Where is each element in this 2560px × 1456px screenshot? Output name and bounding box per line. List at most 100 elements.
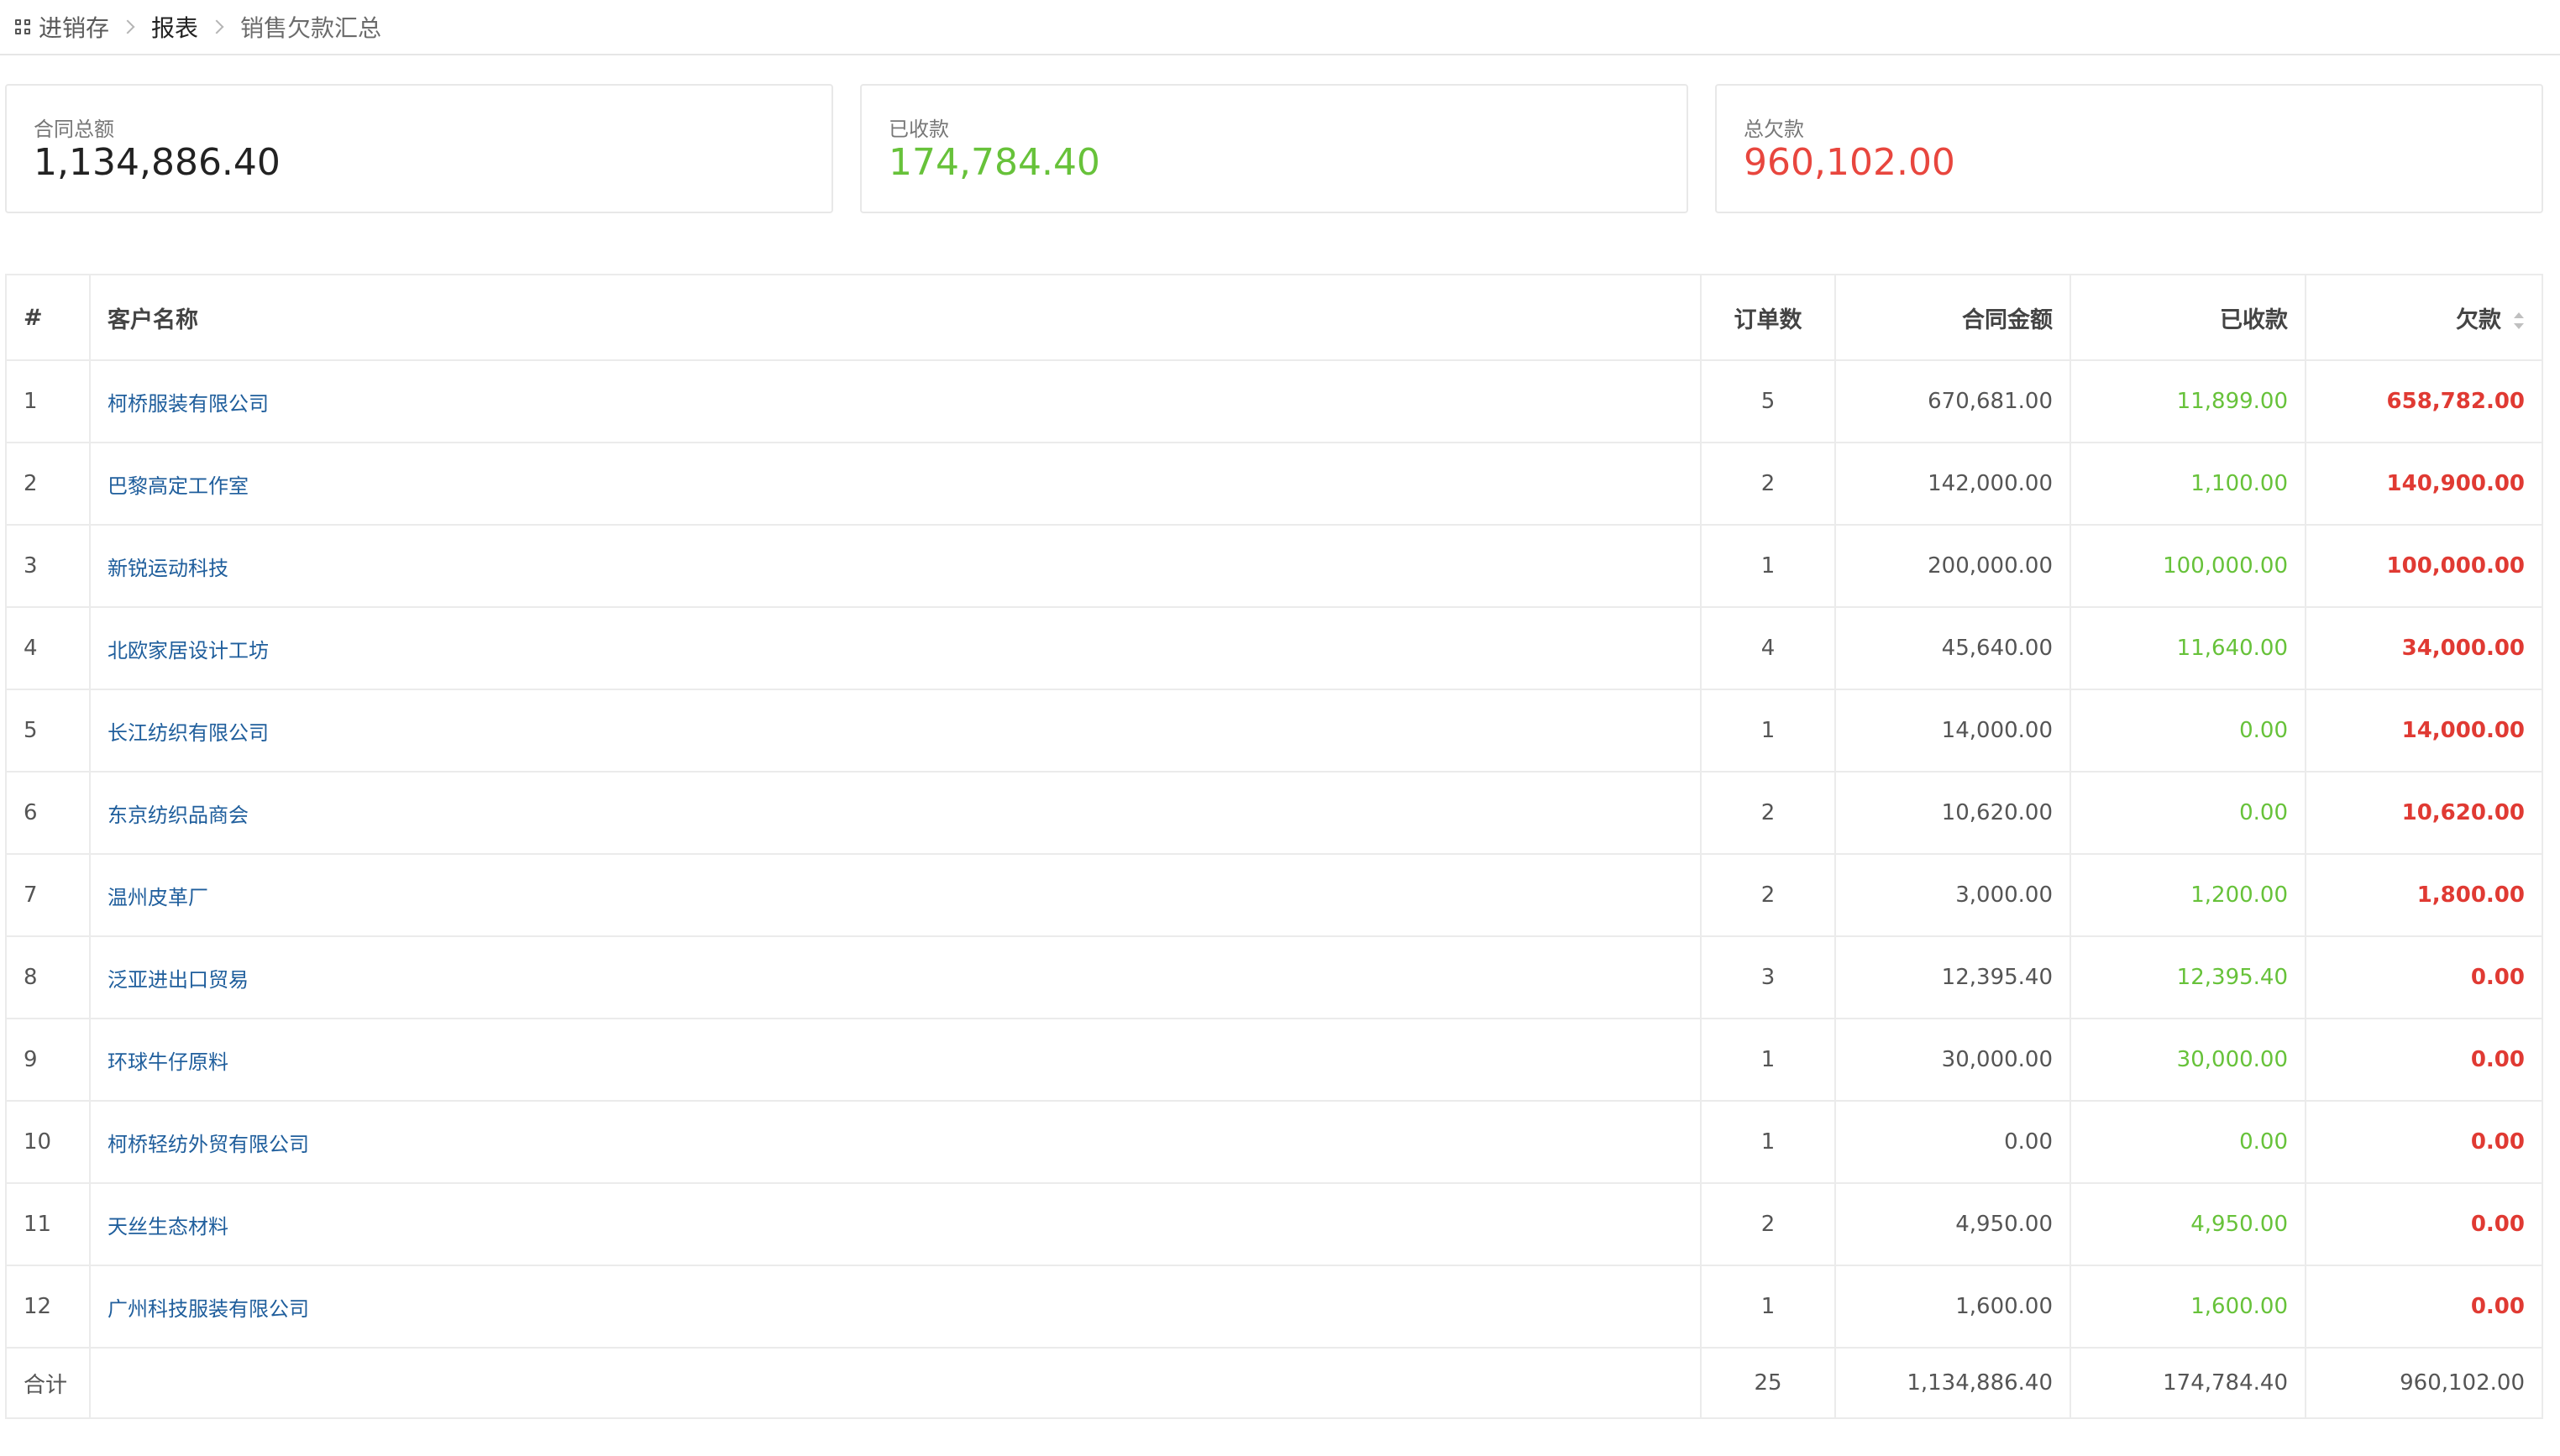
cell-customer: 泛亚进出口贸易: [89, 935, 1702, 1019]
cell-received: 0.00: [2070, 689, 2306, 773]
debt-table: # 客户名称 订单数 合同金额 已收款 欠款 1 柯桥服装有限公司 5 670,681…: [5, 274, 2543, 1419]
cell-contract-amount: 3,000.00: [1834, 853, 2071, 937]
cell-index: 4: [5, 606, 91, 690]
customer-link[interactable]: 泛亚进出口贸易: [108, 968, 249, 992]
header-orders: 订单数: [1700, 274, 1836, 361]
cell-received: 30,000.00: [2070, 1018, 2306, 1102]
cell-orders: 2: [1700, 771, 1836, 855]
customer-link[interactable]: 温州皮革厂: [108, 886, 208, 909]
table-row: 7 温州皮革厂 2 3,000.00 1,200.00 1,800.00: [5, 853, 2543, 937]
cell-index: 7: [5, 853, 91, 937]
cell-index: 11: [5, 1182, 91, 1266]
cell-orders: 1: [1700, 1100, 1836, 1184]
cell-contract-amount: 1,600.00: [1834, 1265, 2071, 1349]
cell-contract-amount: 45,640.00: [1834, 606, 2071, 690]
cell-debt: 0.00: [2305, 1182, 2543, 1266]
contract-total-card: 合同总额 1,134,886.40: [5, 84, 833, 213]
cell-orders: 1: [1700, 1265, 1836, 1349]
card-value: 1,134,886.40: [34, 141, 281, 184]
cell-received: 4,950.00: [2070, 1182, 2306, 1266]
cell-index: 9: [5, 1018, 91, 1102]
cell-orders: 1: [1700, 689, 1836, 773]
table-row: 9 环球牛仔原料 1 30,000.00 30,000.00 0.00: [5, 1018, 2543, 1102]
total-debt-card: 总欠款 960,102.00: [1715, 84, 2543, 213]
footer-empty-cell: [89, 1347, 1702, 1419]
sort-icon[interactable]: [2513, 312, 2525, 330]
breadcrumb-label: 销售欠款汇总: [240, 14, 382, 42]
table-header-row: # 客户名称 订单数 合同金额 已收款 欠款: [5, 274, 2543, 361]
cell-received: 0.00: [2070, 771, 2306, 855]
customer-link[interactable]: 北欧家居设计工坊: [108, 639, 269, 663]
table-row: 5 长江纺织有限公司 1 14,000.00 0.00 14,000.00: [5, 689, 2543, 773]
breadcrumb-label: 进销存: [39, 14, 110, 42]
table-footer-row: 合计 25 1,134,886.40 174,784.40 960,102.00: [5, 1347, 2543, 1419]
cell-index: 2: [5, 442, 91, 526]
cell-debt: 0.00: [2305, 935, 2543, 1019]
cell-contract-amount: 0.00: [1834, 1100, 2071, 1184]
cell-contract-amount: 200,000.00: [1834, 524, 2071, 608]
cell-contract-amount: 14,000.00: [1834, 689, 2071, 773]
cell-customer: 广州科技服装有限公司: [89, 1265, 1702, 1349]
table-row: 2 巴黎高定工作室 2 142,000.00 1,100.00 140,900.00: [5, 442, 2543, 526]
customer-link[interactable]: 天丝生态材料: [108, 1215, 228, 1239]
table-row: 4 北欧家居设计工坊 4 45,640.00 11,640.00 34,000.00: [5, 606, 2543, 690]
card-value: 174,784.40: [889, 141, 1100, 184]
header-debt-label: 欠款: [2456, 306, 2501, 333]
table-row: 1 柯桥服装有限公司 5 670,681.00 11,899.00 658,782.00: [5, 359, 2543, 443]
cell-index: 1: [5, 359, 91, 443]
customer-link[interactable]: 柯桥轻纺外贸有限公司: [108, 1133, 309, 1156]
cell-received: 1,600.00: [2070, 1265, 2306, 1349]
cell-orders: 2: [1700, 442, 1836, 526]
breadcrumb-item-current: 销售欠款汇总: [240, 10, 381, 44]
cell-debt: 0.00: [2305, 1265, 2543, 1349]
cell-orders: 5: [1700, 359, 1836, 443]
cell-customer: 温州皮革厂: [89, 853, 1702, 937]
cell-received: 100,000.00: [2070, 524, 2306, 608]
header-received: 已收款: [2070, 274, 2306, 361]
customer-link[interactable]: 巴黎高定工作室: [108, 474, 249, 498]
cell-debt: 34,000.00: [2305, 606, 2543, 690]
cell-contract-amount: 142,000.00: [1834, 442, 2071, 526]
cell-customer: 长江纺织有限公司: [89, 689, 1702, 773]
card-label: 已收款: [889, 118, 949, 141]
table-row: 6 东京纺织品商会 2 10,620.00 0.00 10,620.00: [5, 771, 2543, 855]
cell-debt: 0.00: [2305, 1100, 2543, 1184]
customer-link[interactable]: 新锐运动科技: [108, 557, 228, 580]
cell-customer: 环球牛仔原料: [89, 1018, 1702, 1102]
cell-contract-amount: 30,000.00: [1834, 1018, 2071, 1102]
cell-received: 11,640.00: [2070, 606, 2306, 690]
breadcrumb-item-reports[interactable]: 报表: [151, 10, 198, 44]
cell-orders: 1: [1700, 524, 1836, 608]
cell-customer: 柯桥服装有限公司: [89, 359, 1702, 443]
header-debt[interactable]: 欠款: [2305, 274, 2543, 361]
received-card: 已收款 174,784.40: [860, 84, 1688, 213]
cell-customer: 巴黎高定工作室: [89, 442, 1702, 526]
table-row: 8 泛亚进出口贸易 3 12,395.40 12,395.40 0.00: [5, 935, 2543, 1019]
cell-orders: 4: [1700, 606, 1836, 690]
table-row: 12 广州科技服装有限公司 1 1,600.00 1,600.00 0.00: [5, 1265, 2543, 1349]
chevron-right-icon: [120, 19, 135, 34]
table-row: 3 新锐运动科技 1 200,000.00 100,000.00 100,000.00: [5, 524, 2543, 608]
breadcrumb-label: 报表: [151, 14, 199, 42]
breadcrumb-item-inventory[interactable]: 进销存: [15, 10, 109, 44]
cell-customer: 新锐运动科技: [89, 524, 1702, 608]
cell-orders: 2: [1700, 853, 1836, 937]
customer-link[interactable]: 长江纺织有限公司: [108, 721, 269, 745]
sales-debt-summary-page: 进销存 报表 销售欠款汇总 合同总额 1,134,886.40 已收款 174,…: [0, 0, 2560, 1456]
customer-link[interactable]: 柯桥服装有限公司: [108, 392, 269, 416]
cell-debt: 100,000.00: [2305, 524, 2543, 608]
customer-link[interactable]: 东京纺织品商会: [108, 804, 249, 827]
summary-cards: 合同总额 1,134,886.40 已收款 174,784.40 总欠款 960…: [5, 84, 2543, 213]
table-row: 11 天丝生态材料 2 4,950.00 4,950.00 0.00: [5, 1182, 2543, 1266]
cell-received: 0.00: [2070, 1100, 2306, 1184]
cell-customer: 柯桥轻纺外贸有限公司: [89, 1100, 1702, 1184]
cell-debt: 658,782.00: [2305, 359, 2543, 443]
cell-customer: 天丝生态材料: [89, 1182, 1702, 1266]
cell-orders: 1: [1700, 1018, 1836, 1102]
card-value: 960,102.00: [1744, 141, 1955, 184]
cell-index: 10: [5, 1100, 91, 1184]
card-label: 总欠款: [1744, 118, 1804, 141]
cell-debt: 0.00: [2305, 1018, 2543, 1102]
customer-link[interactable]: 环球牛仔原料: [108, 1050, 228, 1074]
customer-link[interactable]: 广州科技服装有限公司: [108, 1297, 309, 1321]
